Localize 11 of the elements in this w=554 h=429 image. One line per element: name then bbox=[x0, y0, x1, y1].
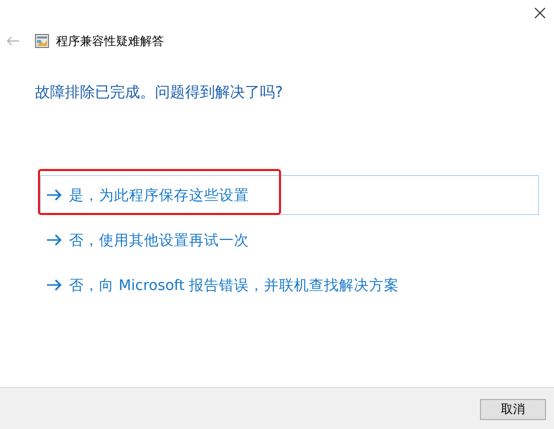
arrow-icon bbox=[46, 234, 62, 246]
close-icon[interactable] bbox=[534, 7, 546, 19]
window-app-icon bbox=[35, 34, 49, 48]
arrow-icon bbox=[46, 279, 62, 291]
arrow-icon bbox=[46, 189, 62, 201]
option-link[interactable]: 是，为此程序保存这些设置 bbox=[40, 175, 539, 215]
option-link[interactable]: 否，向 Microsoft 报告错误，并联机查找解决方案 bbox=[40, 265, 539, 305]
heading: 故障排除已完成。问题得到解决了吗? bbox=[35, 82, 284, 102]
cancel-button[interactable]: 取消 bbox=[480, 398, 546, 420]
window-title: 程序兼容性疑难解答 bbox=[56, 32, 164, 50]
option-link[interactable]: 否，使用其他设置再试一次 bbox=[40, 220, 539, 260]
